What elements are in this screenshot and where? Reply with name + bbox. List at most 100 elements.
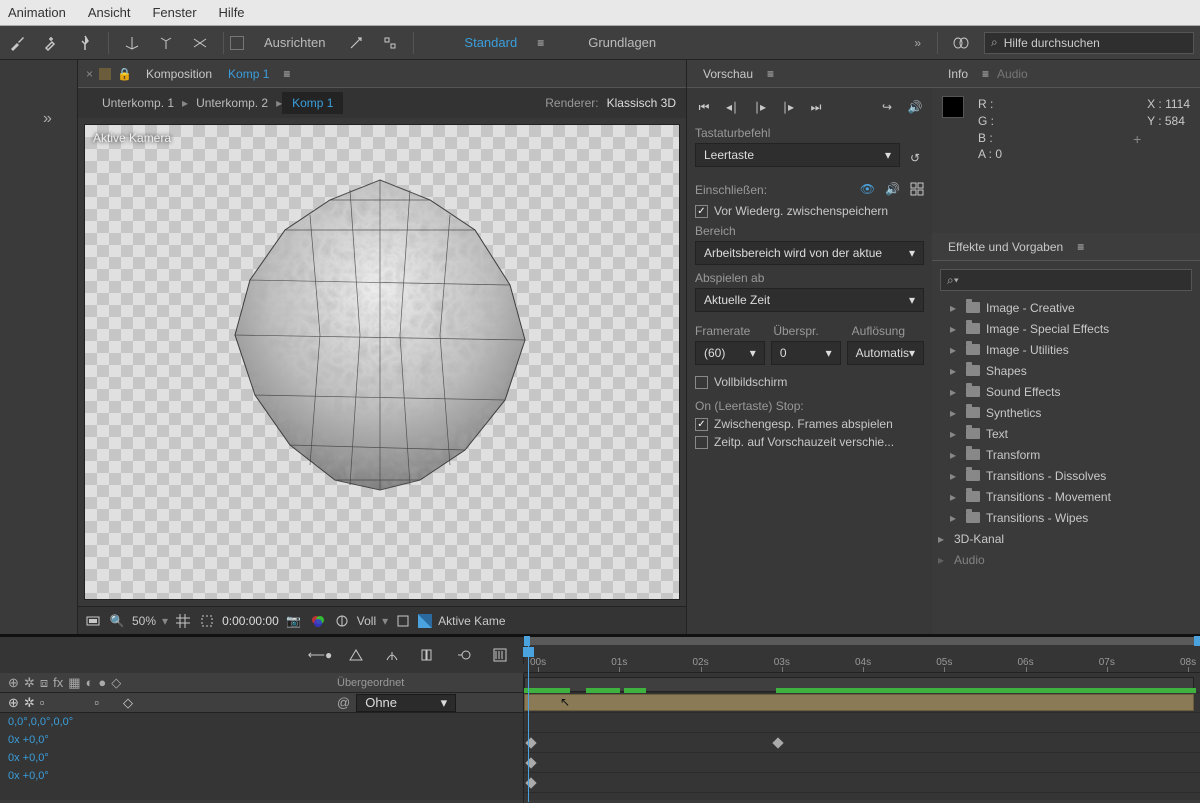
play-icon[interactable]: ∣▸ <box>751 98 769 116</box>
preview-res-dropdown[interactable]: Automatis▾ <box>847 341 924 365</box>
loop-icon[interactable]: ↪ <box>878 98 896 116</box>
tree-item[interactable]: ▸Text <box>932 423 1200 444</box>
exposure-icon[interactable] <box>333 612 351 630</box>
comp-panel-menu-icon[interactable]: ≡ <box>283 67 290 81</box>
workspace-menu-icon[interactable]: ≡ <box>537 36 544 50</box>
always-preview-icon[interactable] <box>84 612 102 630</box>
axis-world-icon[interactable] <box>156 33 176 53</box>
clone-tool-icon[interactable] <box>41 33 61 53</box>
tree-category[interactable]: ▸ Audio <box>932 549 1200 570</box>
pin-tool-icon[interactable] <box>75 33 95 53</box>
switch-icon[interactable]: ⊕ <box>8 675 19 691</box>
switch-icon[interactable]: ◇ <box>111 675 121 691</box>
snap-icon-2[interactable] <box>380 33 400 53</box>
tl-graph-icon[interactable] <box>491 646 509 664</box>
timeline-tracks[interactable]: ↖ <box>524 673 1200 803</box>
snapshot-icon[interactable]: 📷 <box>285 612 303 630</box>
layer-bar[interactable] <box>524 694 1194 711</box>
guides-icon[interactable] <box>198 612 216 630</box>
camera-label[interactable]: Aktive Kame <box>438 614 505 628</box>
effects-title[interactable]: Effekte und Vorgaben <box>940 240 1071 254</box>
switch-icon[interactable]: ▫ <box>94 695 99 711</box>
transparency-grid-icon[interactable] <box>418 614 432 628</box>
tree-item[interactable]: ▸Synthetics <box>932 402 1200 423</box>
close-tab-icon[interactable]: × <box>86 67 93 81</box>
switch-icon[interactable]: ◐ <box>86 675 94 691</box>
onstop-check-2[interactable] <box>695 436 708 449</box>
effects-menu-icon[interactable]: ≡ <box>1077 240 1084 254</box>
playhead[interactable] <box>528 637 529 802</box>
include-overlays-icon[interactable] <box>910 182 924 196</box>
prop-row[interactable]: 0x +0,0° <box>0 749 523 767</box>
tree-item[interactable]: ▸Image - Utilities <box>932 339 1200 360</box>
tree-item[interactable]: ▸Image - Special Effects <box>932 318 1200 339</box>
switch-icon[interactable]: ▫ <box>40 695 45 711</box>
audio-tab[interactable]: Audio <box>989 67 1036 81</box>
resolution-value[interactable]: Voll <box>357 614 376 628</box>
axis-local-icon[interactable] <box>122 33 142 53</box>
include-video-icon[interactable]: 👁 <box>860 182 875 196</box>
onstop-check-1[interactable] <box>695 418 708 431</box>
grid-icon[interactable] <box>174 612 192 630</box>
sync-settings-icon[interactable] <box>951 33 971 53</box>
switch-icon[interactable]: ⧈ <box>40 675 48 691</box>
framerate-dropdown[interactable]: (60)▾ <box>695 341 765 365</box>
switch-icon[interactable]: ⊕ <box>8 695 19 711</box>
include-audio-icon[interactable]: 🔊 <box>885 182 900 196</box>
tl-shy-icon[interactable] <box>383 646 401 664</box>
switch-icon[interactable]: ◇ <box>123 695 133 711</box>
tree-item[interactable]: ▸Transform <box>932 444 1200 465</box>
switch-icon[interactable]: fx <box>53 675 63 691</box>
tree-category[interactable]: ▸ 3D-Kanal <box>932 528 1200 549</box>
breadcrumb-item-1[interactable]: Unterkomp. 1 <box>94 96 182 110</box>
switch-icon[interactable]: ✲ <box>24 695 35 711</box>
magnify-icon[interactable]: 🔍 <box>108 612 126 630</box>
roi-icon[interactable] <box>394 612 412 630</box>
tl-motion-blur-icon[interactable] <box>455 646 473 664</box>
tree-item[interactable]: ▸Transitions - Wipes <box>932 507 1200 528</box>
skip-dropdown[interactable]: 0▾ <box>771 341 841 365</box>
prop-row[interactable]: 0x +0,0° <box>0 731 523 749</box>
last-frame-icon[interactable]: ⏭ <box>807 98 825 116</box>
pickwhip-icon[interactable]: @ <box>337 695 350 710</box>
timeline-ruler[interactable]: 00s01s02s03s04s05s06s07s08s <box>524 637 1200 673</box>
mute-icon[interactable]: 🔊 <box>906 98 924 116</box>
parent-dropdown[interactable]: Ohne▾ <box>356 694 456 712</box>
switch-icon[interactable]: ✲ <box>24 675 35 691</box>
breadcrumb-item-2[interactable]: Unterkomp. 2 <box>188 96 276 110</box>
cache-checkbox[interactable] <box>695 205 708 218</box>
snap-checkbox[interactable] <box>230 36 244 50</box>
axis-view-icon[interactable] <box>190 33 210 53</box>
preview-menu-icon[interactable]: ≡ <box>767 67 774 81</box>
next-frame-icon[interactable]: ∣▸ <box>779 98 797 116</box>
menu-animation[interactable]: Animation <box>8 5 66 20</box>
preview-title[interactable]: Vorschau <box>695 67 761 81</box>
workspace-standard[interactable]: Standard <box>464 35 517 50</box>
res-dropdown-icon[interactable]: ▾ <box>382 614 388 628</box>
switch-icon[interactable]: ▦ <box>68 675 80 691</box>
tl-comp-mini-icon[interactable] <box>347 646 365 664</box>
zoom-value[interactable]: 50% <box>132 614 156 628</box>
fullscreen-checkbox[interactable] <box>695 376 708 389</box>
effects-search[interactable]: ⌕▾ <box>940 269 1192 291</box>
workspace-basics[interactable]: Grundlagen <box>588 35 656 50</box>
tree-item[interactable]: ▸Sound Effects <box>932 381 1200 402</box>
first-frame-icon[interactable]: ⏮ <box>695 98 713 116</box>
align-label[interactable]: Ausrichten <box>264 35 325 50</box>
prop-row[interactable]: 0x +0,0° <box>0 767 523 785</box>
menu-help[interactable]: Hilfe <box>219 5 245 20</box>
snap-icon-1[interactable] <box>346 33 366 53</box>
help-search[interactable]: ⌕ Hilfe durchsuchen <box>984 32 1194 54</box>
active-comp-name[interactable]: Komp 1 <box>220 67 277 81</box>
reset-shortcut-icon[interactable]: ↺ <box>906 149 924 167</box>
playfrom-dropdown[interactable]: Aktuelle Zeit▾ <box>695 288 924 312</box>
switch-icon[interactable]: ● <box>98 675 106 691</box>
timeline-layer-row[interactable]: ⊕ ✲ ▫ ▫ ◇ @ Ohne▾ <box>0 693 523 713</box>
composition-viewport[interactable]: Aktive Kamera <box>84 124 680 600</box>
zoom-dropdown-icon[interactable]: ▾ <box>162 614 168 628</box>
tl-frame-blend-icon[interactable] <box>419 646 437 664</box>
timecode-display[interactable]: 0:00:00:00 <box>222 614 279 628</box>
info-tab[interactable]: Info <box>940 67 976 81</box>
tree-item[interactable]: ▸Transitions - Movement <box>932 486 1200 507</box>
channels-icon[interactable] <box>309 612 327 630</box>
